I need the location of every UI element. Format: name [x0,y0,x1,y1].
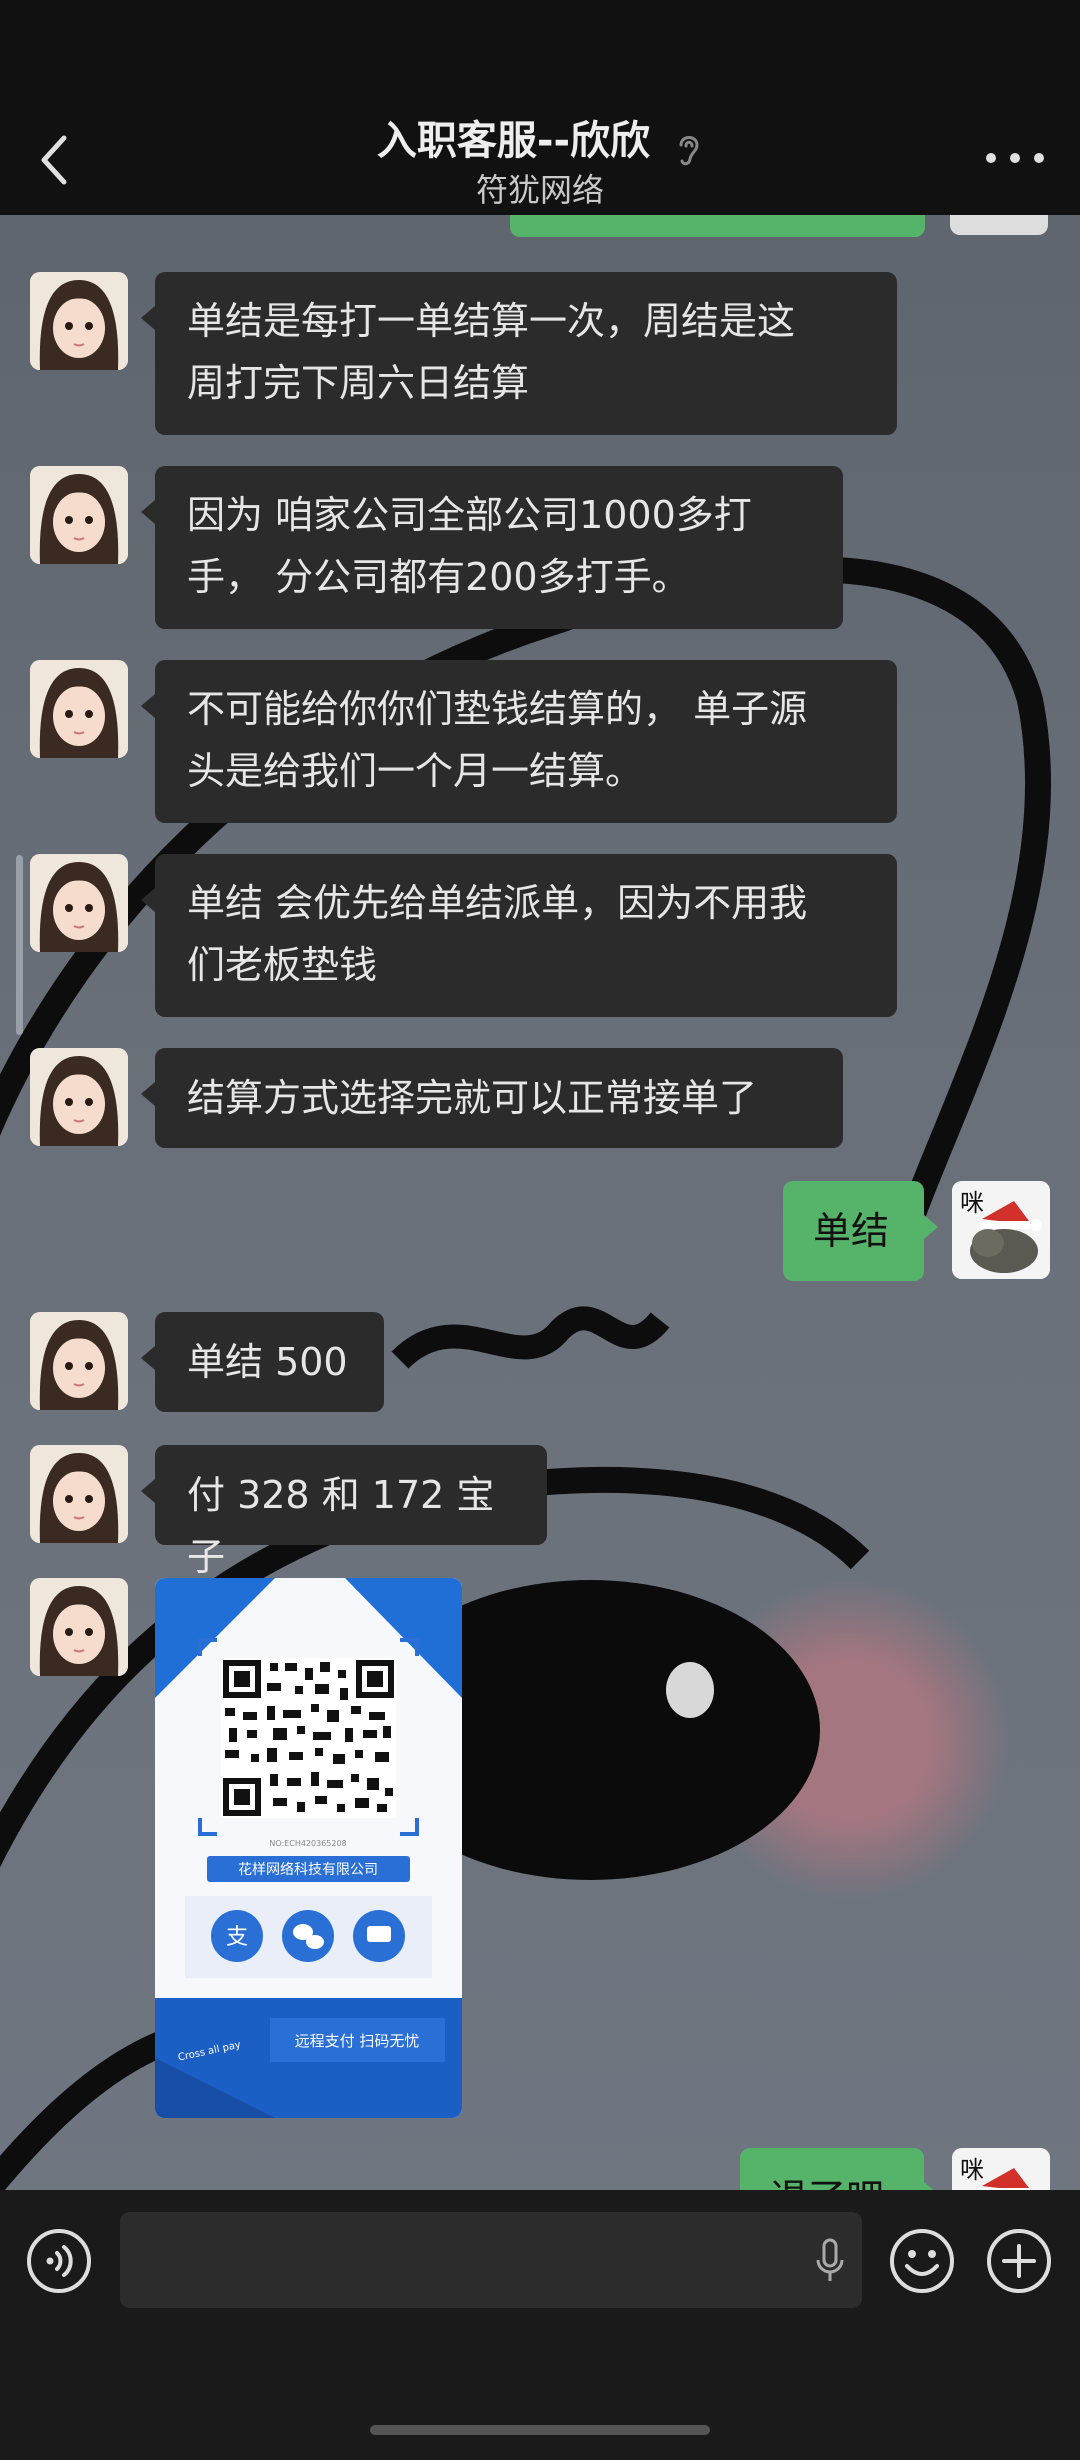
message-text: 退了吧 [770,2176,884,2190]
message-text-line: 不可能给你你们垫钱结算的， 单子源 [187,687,808,731]
chat-header: 入职客服--欣欣 符犹网络 [0,0,1080,215]
avatar-girl-icon [30,660,128,758]
svg-text:支: 支 [226,1925,248,1950]
emoji-icon[interactable] [889,2228,955,2294]
avatar-contact[interactable] [30,272,128,370]
avatar-contact[interactable] [30,1048,128,1146]
message-bubble-contact[interactable]: 单结 会优先给单结派单，因为不用我 们老板垫钱 [141,854,897,1017]
voice-icon[interactable] [26,2228,92,2294]
message-bubble-contact[interactable]: 付 328 和 172 宝子 [141,1445,547,1579]
avatar-girl-icon [30,272,128,370]
message-text-line: 结算方式选择完就可以正常接单了 [187,1076,758,1120]
microphone-icon[interactable] [815,2238,845,2284]
input-toolbar [0,2190,1080,2460]
message-text-line: 单结 会优先给单结派单，因为不用我 [187,881,808,925]
message-bubble-contact[interactable]: 因为 咱家公司全部公司1000多打 手， 分公司都有200多打手。 [141,466,843,629]
message-bubble-contact[interactable]: 单结是每打一单结算一次，周结是这 周打完下周六日结算 [141,272,897,435]
message-bubble-self[interactable]: 单结 [783,1181,938,1281]
message-text-line: 因为 咱家公司全部公司1000多打 [187,493,752,537]
avatar-girl-icon [30,1312,128,1410]
avatar-girl-icon [30,854,128,952]
avatar-contact[interactable] [30,660,128,758]
avatar-girl-icon [30,1445,128,1543]
avatar-contact[interactable] [30,1578,128,1676]
ear-icon [679,135,699,165]
avatar-girl-icon [30,466,128,564]
message-bubble-contact[interactable]: 结算方式选择完就可以正常接单了 [141,1048,843,1148]
qr-slogan-text: 远程支付 扫码无忧 [295,2032,420,2050]
image-message-qr-card[interactable]: NO:ECH420365208 花样网络科技有限公司 支 远程支付 扫码无忧 C… [155,1578,462,2118]
message-text-line: 手， 分公司都有200多打手。 [187,555,690,599]
message-text: 单结 500 [187,1340,348,1384]
plus-icon[interactable] [986,2228,1052,2294]
avatar-contact[interactable] [30,466,128,564]
payment-qr-image: NO:ECH420365208 花样网络科技有限公司 支 远程支付 扫码无忧 C… [155,1578,462,2118]
avatar-self-partial[interactable] [950,215,1048,235]
message-list[interactable]: 单结是每打一单结算一次，周结是这 周打完下周六日结算 因为 咱家公司全部公司10… [0,215,1080,2190]
avatar-self[interactable]: 咪 [952,1181,1050,1279]
avatar-contact[interactable] [30,854,128,952]
message-text: 单结 [813,1209,890,1253]
message-bubble-contact[interactable]: 不可能给你你们垫钱结算的， 单子源 头是给我们一个月一结算。 [141,660,897,823]
more-icon[interactable] [985,152,1045,164]
message-text-line: 头是给我们一个月一结算。 [187,749,644,793]
avatar-girl-icon [30,1048,128,1146]
home-indicator[interactable] [370,2425,710,2435]
message-text-line: 们老板垫钱 [187,943,378,987]
avatar-self[interactable]: 咪 [952,2148,1050,2190]
avatar-char: 咪 [960,1189,984,1217]
message-text-line: 周打完下周六日结算 [187,361,530,405]
avatar-contact[interactable] [30,1445,128,1543]
message-bubble-contact[interactable]: 单结 500 [141,1312,384,1412]
avatar-char: 咪 [960,2156,984,2184]
message-text: 付 328 和 172 宝子 [187,1473,495,1579]
message-text-line: 单结是每打一单结算一次，周结是这 [187,299,796,343]
scrollbar[interactable] [16,855,23,1035]
qr-id-text: NO:ECH420365208 [269,1839,346,1848]
message-bubble-self[interactable]: 退了吧 [740,2148,938,2190]
message-input[interactable] [120,2212,862,2308]
avatar-girl-icon [30,1578,128,1676]
chat-subtitle: 符犹网络 [475,171,604,209]
chat-title: 入职客服--欣欣 [376,118,651,164]
qr-company-text: 花样网络科技有限公司 [238,1862,378,1878]
avatar-contact[interactable] [30,1312,128,1410]
message-bubble-partial[interactable] [510,215,925,237]
